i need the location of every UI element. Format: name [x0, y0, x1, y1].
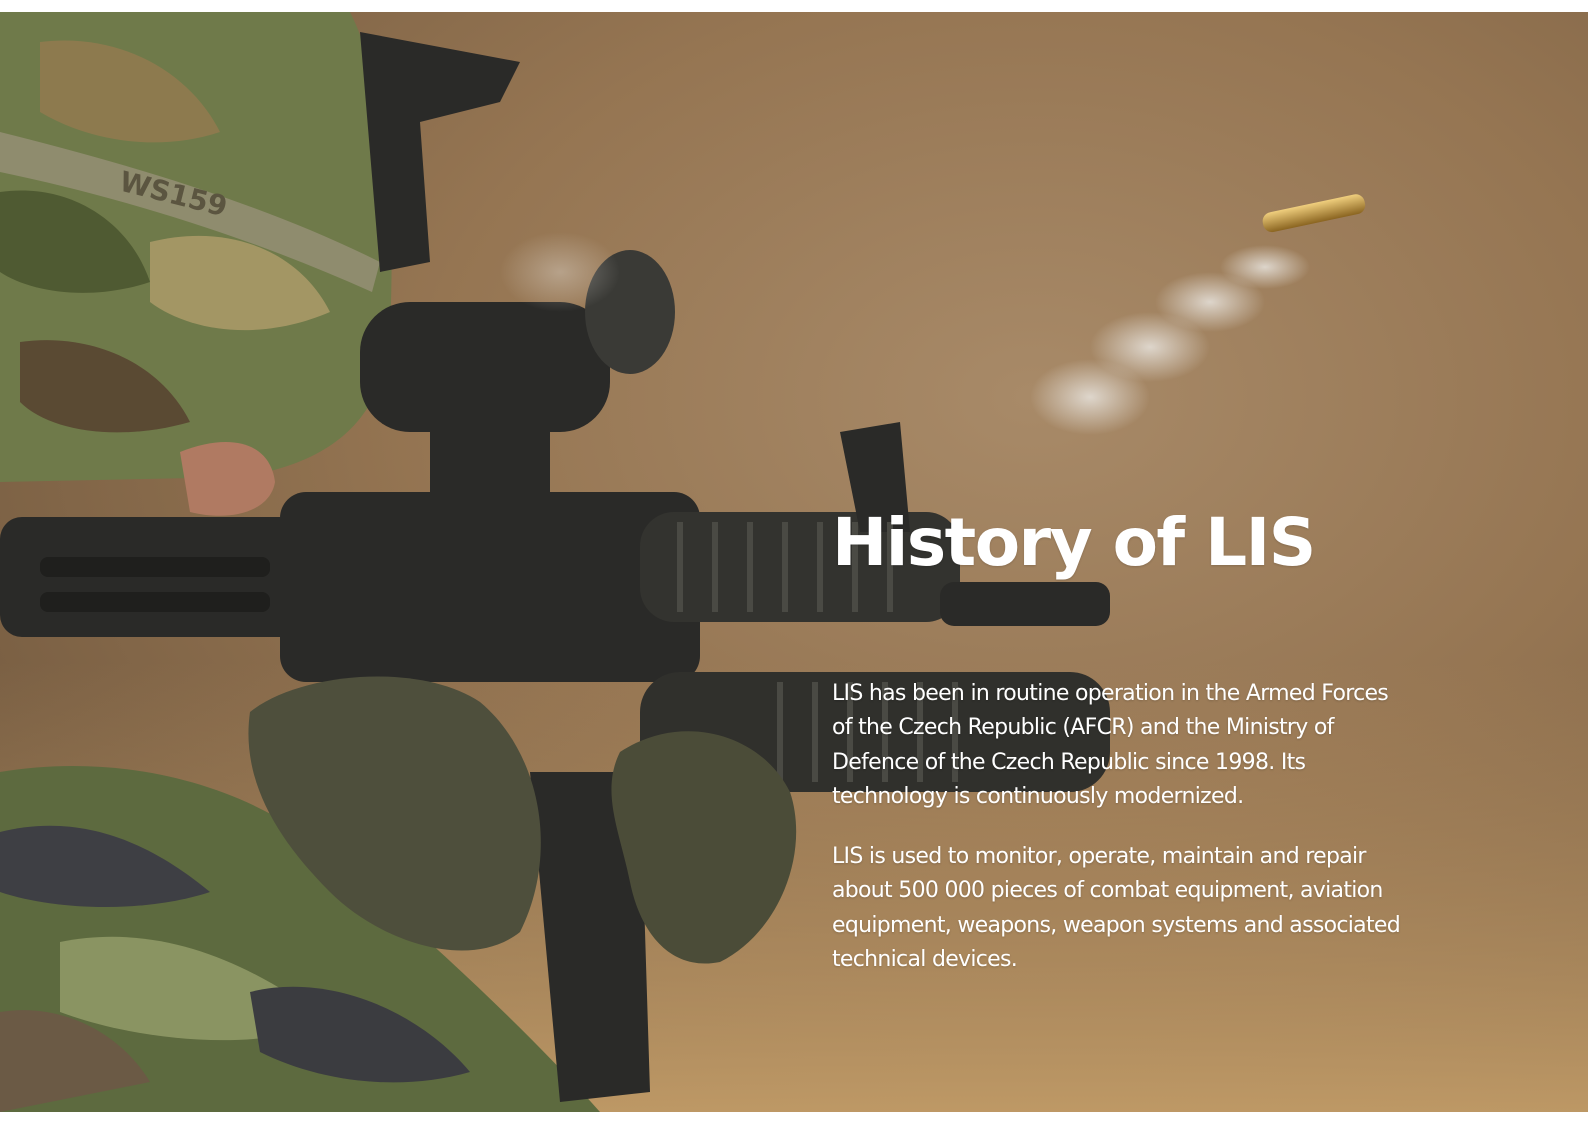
paragraph-operation-history: LIS has been in routine operation in the… [832, 681, 1389, 810]
slide: WS159 History of LIS LIS has been in rou… [0, 12, 1588, 1112]
paragraph-equipment-scope: LIS is used to monitor, operate, maintai… [832, 844, 1401, 973]
page-title: History of LIS [832, 504, 1316, 581]
